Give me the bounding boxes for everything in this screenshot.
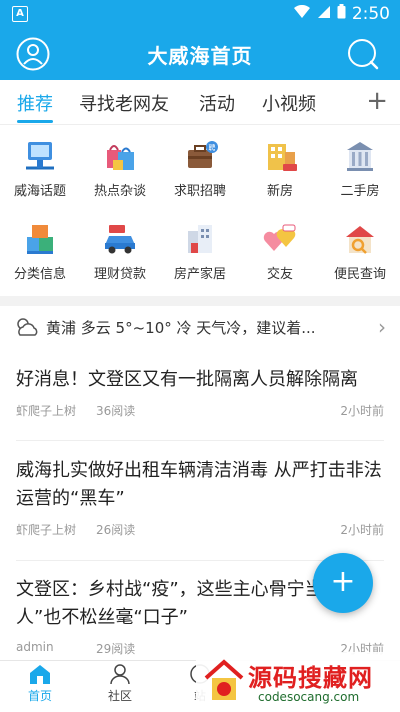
category-item[interactable]: 二手房 xyxy=(320,138,400,199)
chevron-right-icon: › xyxy=(378,315,386,339)
news-title: 好消息！文登区又有一批隔离人员解除隔离 xyxy=(16,369,358,390)
hearts-icon xyxy=(261,221,299,257)
bank-house-icon xyxy=(341,138,379,174)
site-watermark: 源码搜藏网 codesocang.com xyxy=(196,652,400,711)
category-grid: 威海话题 热点杂谈 聘 求职招聘 新房 二手房 分类信息 理财贷款 房产家居 交… xyxy=(0,128,400,290)
notification-a-icon: A xyxy=(12,6,28,22)
category-item[interactable]: 理财贷款 xyxy=(80,221,160,282)
news-views: 26阅读 xyxy=(96,523,136,537)
svg-text:聘: 聘 xyxy=(209,143,216,152)
news-time: 2小时前 xyxy=(340,523,384,537)
category-item[interactable]: 房产家居 xyxy=(160,221,240,282)
category-item[interactable]: 分类信息 xyxy=(0,221,80,282)
news-author: admin xyxy=(16,640,54,654)
news-views: 36阅读 xyxy=(96,404,136,418)
weather-text: 黄浦 多云 5°~10° 冷 天气冷，建议着... xyxy=(46,319,316,337)
buildings-icon xyxy=(181,221,219,257)
tab-old-friends[interactable]: 寻找老网友 xyxy=(79,90,169,116)
wifi-icon xyxy=(293,4,311,24)
weather-bar[interactable]: 黄浦 多云 5°~10° 冷 天气冷，建议着... › xyxy=(0,306,400,348)
list-item[interactable]: 威海扎实做好出租车辆清洁消毒 从严打击非法运营的“黑车” 虾爬子上树 26阅读 … xyxy=(16,457,384,537)
category-item[interactable]: 热点杂谈 xyxy=(80,138,160,199)
home-icon xyxy=(30,665,50,684)
category-item[interactable]: 便民查询 xyxy=(320,221,400,282)
news-time: 2小时前 xyxy=(340,404,384,418)
battery-icon xyxy=(337,4,346,24)
category-item[interactable]: 新房 xyxy=(240,138,320,199)
search-button[interactable] xyxy=(346,37,380,71)
compose-fab-button[interactable]: + xyxy=(313,553,373,613)
house-search-icon xyxy=(341,221,379,257)
car-sale-icon xyxy=(101,221,139,257)
app-bar: 大威海首页 xyxy=(0,28,400,80)
signal-icon xyxy=(317,4,331,24)
list-divider xyxy=(16,440,384,441)
monitor-icon xyxy=(21,138,59,174)
status-bar: A 2:50 xyxy=(0,0,400,28)
briefcase-icon: 聘 xyxy=(181,138,219,174)
category-item[interactable]: 交友 xyxy=(240,221,320,282)
tab-short-video[interactable]: 小视频 xyxy=(262,90,316,116)
building-sale-icon xyxy=(261,138,299,174)
tab-recommend[interactable]: 推荐 xyxy=(17,90,53,116)
news-author: 虾爬子上树 xyxy=(16,523,77,537)
search-icon xyxy=(348,39,379,70)
add-channel-button[interactable]: + xyxy=(366,86,388,116)
tab-activities[interactable]: 活动 xyxy=(199,90,235,116)
section-divider xyxy=(0,296,400,306)
channel-tabs: 推荐 寻找老网友 活动 小视频 + xyxy=(0,80,400,125)
category-item[interactable]: 威海话题 xyxy=(0,138,80,199)
list-item[interactable]: 好消息！文登区又有一批隔离人员解除隔离 虾爬子上树 36阅读 2小时前 xyxy=(16,366,384,418)
community-icon xyxy=(110,664,130,685)
active-tab-indicator xyxy=(17,120,53,123)
clock-time: 2:50 xyxy=(351,4,390,24)
shopping-bags-icon xyxy=(101,138,139,174)
nav-community[interactable]: 社区 xyxy=(90,663,150,704)
cloudy-weather-icon xyxy=(14,316,40,342)
nav-home[interactable]: 首页 xyxy=(10,663,70,704)
news-views: 29阅读 xyxy=(96,642,136,656)
news-title: 威海扎实做好出租车辆清洁消毒 从严打击非法运营的“黑车” xyxy=(16,460,382,509)
page-title: 大威海首页 xyxy=(147,44,253,68)
watermark-logo-icon xyxy=(204,659,244,700)
category-item[interactable]: 聘 求职招聘 xyxy=(160,138,240,199)
news-author: 虾爬子上树 xyxy=(16,404,77,418)
boxes-icon xyxy=(21,221,59,257)
